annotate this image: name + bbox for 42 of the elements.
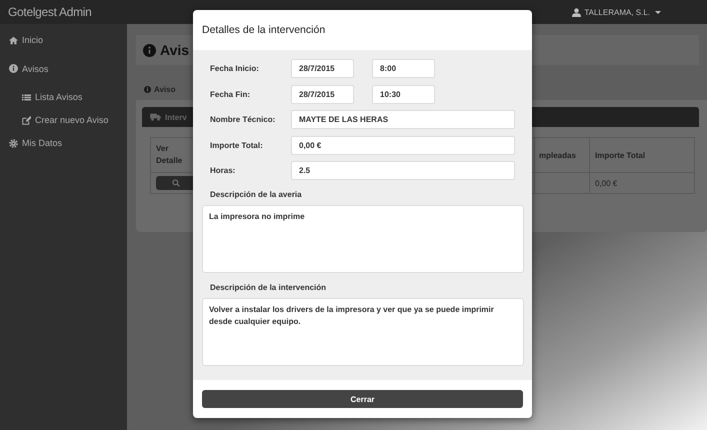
input-field[interactable]: 28/7/2015 bbox=[291, 84, 354, 104]
input-field[interactable]: 0,00 € bbox=[291, 136, 515, 154]
user-menu[interactable]: TALLERAMA, S.L. bbox=[572, 8, 661, 16]
sidebar-item[interactable]: Inicio bbox=[9, 33, 127, 47]
close-button[interactable]: Cerrar bbox=[202, 390, 523, 408]
info-icon bbox=[143, 44, 156, 56]
column-header: mpleadas bbox=[534, 138, 590, 172]
sidebar-item[interactable]: Crear nuevo Aviso bbox=[22, 113, 127, 127]
home-icon bbox=[9, 36, 18, 44]
field-label: Nombre Técnico: bbox=[209, 115, 276, 124]
text-area[interactable]: Volver a instalar los drivers de la impresora y ver que ya se puede imprimir desde cualquier equipo. bbox=[202, 298, 524, 366]
truck-icon bbox=[150, 113, 161, 121]
info-icon bbox=[144, 86, 151, 92]
input-field[interactable]: 2.5 bbox=[291, 161, 515, 180]
input-field[interactable]: MAYTE DE LAS HERAS bbox=[291, 110, 515, 129]
list-icon bbox=[22, 92, 31, 102]
field-label: Descripción de la intervención bbox=[209, 283, 328, 292]
sidebar-item[interactable]: Lista Avisos bbox=[22, 90, 127, 104]
text-area[interactable]: La impresora no imprime bbox=[202, 205, 524, 273]
sidebar-item[interactable]: Mis Datos bbox=[9, 136, 127, 150]
search-icon bbox=[172, 179, 180, 187]
gear-icon bbox=[9, 138, 18, 148]
column-header: Importe Total bbox=[590, 138, 694, 172]
sidebar-item[interactable]: Avisos bbox=[9, 62, 127, 76]
field-label: Importe Total: bbox=[209, 140, 264, 150]
user-icon bbox=[572, 8, 582, 16]
info-icon bbox=[9, 64, 18, 73]
modal-title: Detalles de la intervención bbox=[202, 24, 326, 36]
field-label: Horas: bbox=[209, 166, 236, 175]
panel-title: Interv bbox=[165, 112, 187, 122]
page-title: Avis bbox=[160, 42, 190, 58]
field-label: Fecha Fin: bbox=[209, 90, 252, 98]
edit-icon bbox=[22, 116, 31, 124]
search-button[interactable] bbox=[156, 176, 196, 190]
table-cell: 0,00 € bbox=[590, 172, 694, 194]
caret-icon bbox=[655, 10, 661, 14]
input-field[interactable]: 8:00 bbox=[372, 59, 435, 78]
input-field[interactable]: 28/7/2015 bbox=[291, 59, 354, 78]
brand-title[interactable]: Gotelgest Admin bbox=[8, 5, 92, 19]
field-label: Descripción de la averia bbox=[209, 190, 303, 199]
input-field[interactable]: 10:30 bbox=[372, 84, 435, 104]
field-label: Fecha Inicio: bbox=[209, 64, 260, 73]
